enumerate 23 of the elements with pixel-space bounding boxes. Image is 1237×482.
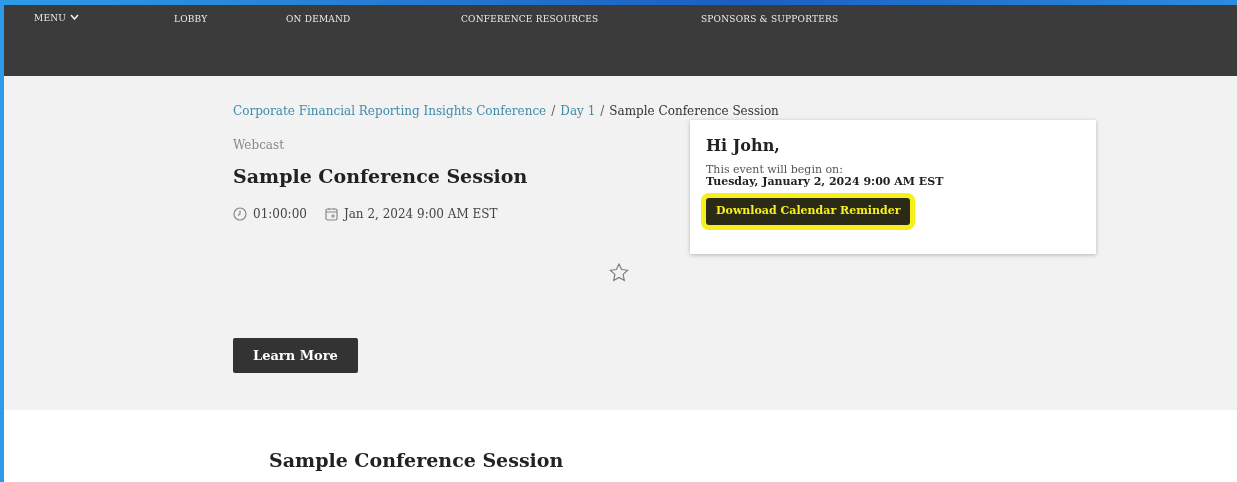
- greeting: Hi John,: [706, 135, 781, 157]
- session-duration: 01:00:00: [253, 205, 307, 223]
- nav-link[interactable]: ON DEMAND: [280, 6, 357, 25]
- calendar-icon: [324, 206, 338, 221]
- breadcrumb-separator: /: [600, 104, 605, 118]
- session-type: Webcast: [233, 137, 285, 154]
- clock-icon: [233, 206, 247, 221]
- learn-more-button[interactable]: Learn More: [233, 337, 358, 373]
- chevron-icon: [70, 14, 80, 20]
- breadcrumb-current: Sample Conference Session: [609, 104, 779, 118]
- section-title: Sample Conference Session: [269, 449, 564, 471]
- nav-link[interactable]: CONFERENCE RESOURCES: [455, 6, 605, 25]
- nav-link[interactable]: LOBBY: [168, 6, 214, 25]
- event-datetime: Tuesday, January 2, 2024 9:00 AM EST: [706, 176, 945, 189]
- breadcrumb-link[interactable]: Corporate Financial Reporting Insights Conference: [233, 104, 547, 118]
- breadcrumb-separator: /: [551, 104, 556, 118]
- nav-link[interactable]: SPONSORS & SUPPORTERS: [695, 6, 845, 25]
- breadcrumb-link[interactable]: Day 1: [560, 104, 596, 118]
- session-date: Jan 2, 2024 9:00 AM EST: [343, 205, 498, 223]
- session-title: Sample Conference Session: [233, 164, 529, 189]
- star-icon[interactable]: [609, 262, 629, 282]
- menu-button[interactable]: MENU: [28, 5, 168, 24]
- event-intro: This event will begin on:: [706, 164, 844, 176]
